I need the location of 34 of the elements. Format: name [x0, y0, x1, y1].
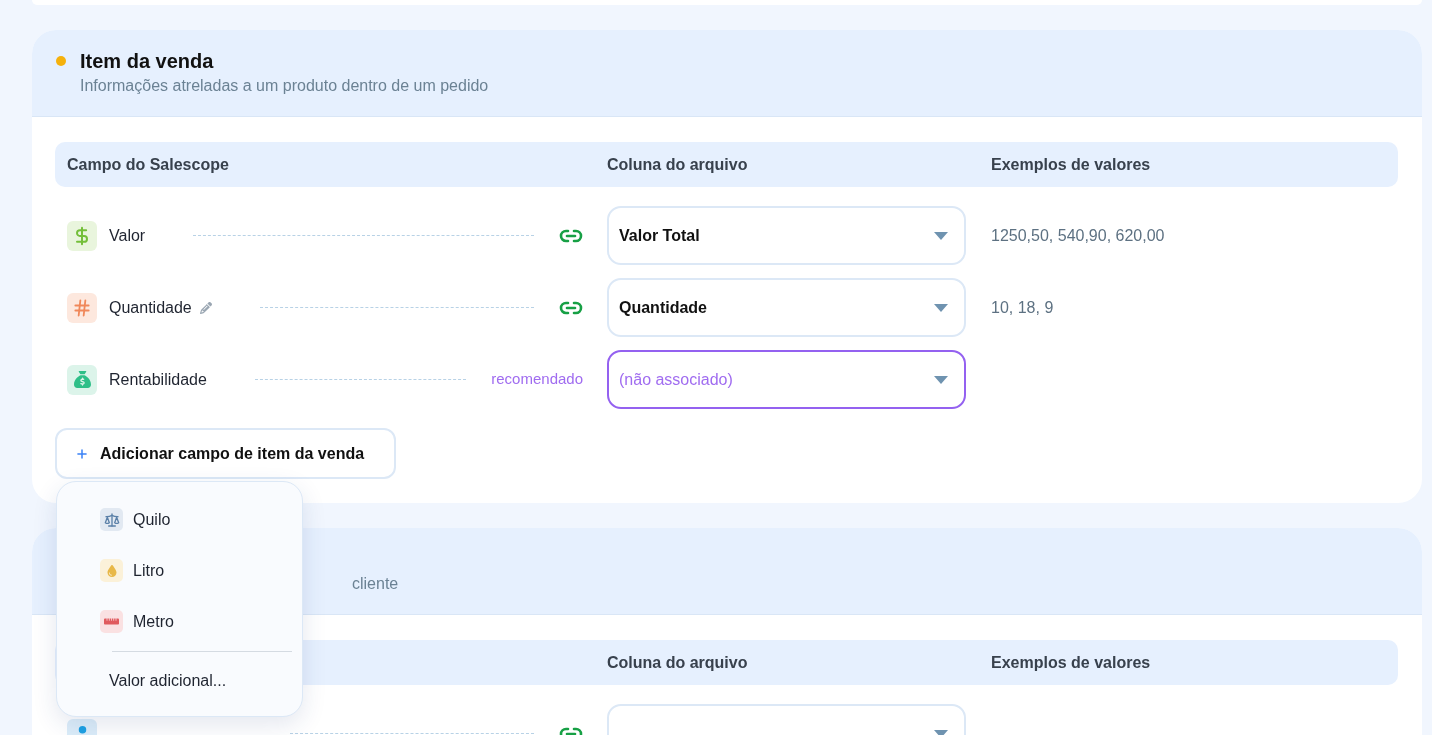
pencil-icon[interactable]	[199, 301, 212, 314]
caret-icon	[934, 231, 948, 240]
recommended-hint: recomendado	[491, 369, 583, 390]
example-values: 1250,50, 540,90, 620,00	[991, 226, 1165, 244]
add-field-button[interactable]: Adicionar campo de item da venda	[55, 428, 396, 479]
example-values: 10, 18, 9	[991, 298, 1054, 316]
caret-icon	[934, 375, 948, 384]
section-subtitle: Informações atreladas a um produto dentro de um pedido	[80, 76, 489, 96]
column-select[interactable]: Quantidade	[607, 278, 966, 337]
scale-icon	[100, 508, 123, 531]
menu-item[interactable]: Metro	[57, 596, 302, 647]
menu-item[interactable]: Quilo	[57, 494, 302, 545]
drop-icon	[100, 559, 123, 582]
column-header: Coluna do arquivo	[607, 653, 748, 671]
menu-item[interactable]: Litro	[57, 545, 302, 596]
caret-icon	[934, 303, 948, 312]
column-select[interactable]: Valor Total	[607, 206, 966, 265]
field-label: Quantidade	[109, 297, 192, 318]
hash-icon	[67, 292, 97, 323]
column-header: Exemplos de valores	[991, 155, 1151, 173]
dollar-icon	[67, 220, 97, 251]
column-header: Exemplos de valores	[991, 653, 1151, 671]
caret-icon	[934, 729, 948, 735]
field-label: Valor	[109, 225, 146, 246]
ruler-icon	[100, 610, 123, 633]
field-label: Rentabilidade	[109, 369, 207, 390]
section-subtitle: cliente	[352, 574, 399, 594]
section-title: Item da venda	[80, 49, 214, 74]
money-bag-icon	[67, 364, 97, 395]
menu-item[interactable]: Valor adicional...	[57, 652, 302, 710]
column-header: Campo do Salescope	[67, 155, 229, 173]
plus-icon	[75, 446, 89, 461]
column-header: Coluna do arquivo	[607, 155, 748, 173]
column-select[interactable]: (não associado)	[607, 350, 966, 409]
